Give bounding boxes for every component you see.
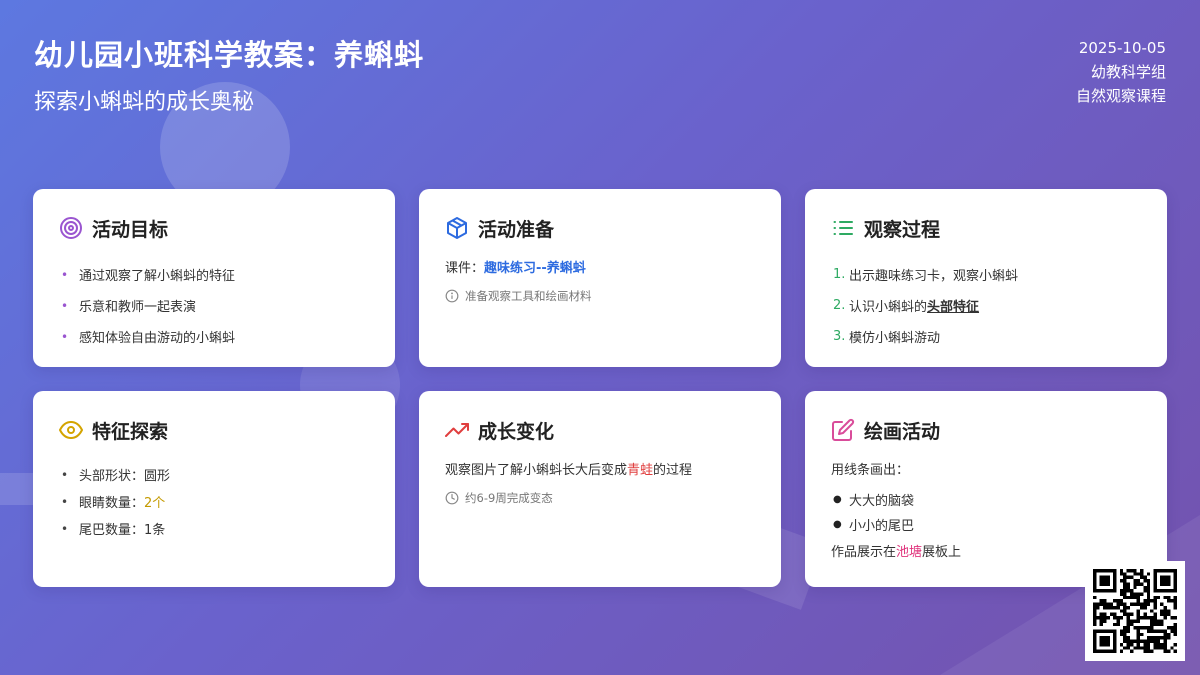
list-item: 3. 模仿小蝌蚪游动	[833, 329, 941, 346]
drawing-list: ● 大大的脑袋 ● 小小的尾巴	[831, 487, 1141, 537]
courseware-link[interactable]: 趣味练习--养蝌蚪	[484, 261, 586, 276]
card-title: 特征探索	[92, 420, 169, 443]
page-header: 幼儿园小班科学教案：养蝌蚪 探索小蝌蚪的成长奥秘	[34, 32, 424, 116]
eye-icon	[59, 418, 83, 442]
list-item: • 通过观察了解小蝌蚪的特征	[61, 267, 236, 285]
card-header: 特征探索	[59, 417, 369, 443]
card-goals: 活动目标 • 通过观察了解小蝌蚪的特征 • 乐意和教师一起表演 • 感知体验自由游动的…	[33, 189, 395, 367]
card-header: 成长变化	[445, 417, 755, 443]
list-item: 2. 认识小蝌蚪的 头部特征	[833, 298, 980, 315]
box-icon	[445, 216, 469, 240]
list-item: • 感知体验自由游动的小蝌蚪	[61, 329, 236, 347]
qr-code-pattern	[1093, 569, 1177, 653]
card-header: 活动准备	[445, 215, 755, 241]
list-icon	[831, 216, 855, 240]
meta-info: 2025-10-05 幼教科学组 自然观察课程	[1076, 36, 1166, 108]
courseware-line: 课件：趣味练习--养蝌蚪	[445, 259, 755, 279]
goals-list: • 通过观察了解小蝌蚪的特征 • 乐意和教师一起表演 • 感知体验自由游动的小蝌蚪	[59, 259, 369, 352]
list-item: • 乐意和教师一起表演	[61, 298, 197, 316]
card-process: 观察过程 1. 出示趣味练习卡，观察小蝌蚪 2. 认识小蝌蚪的 头部特征 3. 模仿小蝌…	[805, 189, 1167, 367]
card-header: 绘画活动	[831, 417, 1141, 443]
page-subtitle: 探索小蝌蚪的成长奥秘	[34, 90, 255, 115]
info-icon	[445, 289, 459, 303]
page-title: 幼儿园小班科学教案：养蝌蚪	[34, 38, 425, 72]
trending-up-icon	[445, 418, 469, 442]
meta-group: 幼教科学组	[1090, 63, 1166, 81]
growth-text: 观察图片了解小蝌蚪长大后变成青蛙的过程	[445, 463, 693, 478]
list-item: • 头部形状： 圆形	[61, 467, 171, 485]
list-item: 1. 出示趣味练习卡，观察小蝌蚪	[833, 267, 1019, 284]
card-title: 活动目标	[92, 218, 169, 241]
drawing-intro: 用线条画出：	[831, 463, 910, 478]
card-header: 观察过程	[831, 215, 1141, 241]
meta-course: 自然观察课程	[1075, 87, 1166, 105]
card-title: 成长变化	[478, 420, 555, 443]
edit-icon	[831, 418, 855, 442]
process-list: 1. 出示趣味练习卡，观察小蝌蚪 2. 认识小蝌蚪的 头部特征 3. 模仿小蝌蚪游动	[831, 259, 1141, 352]
card-features: 特征探索 • 头部形状： 圆形 • 眼睛数量： 2个 • 尾巴数量： 1条	[33, 391, 395, 587]
card-preparation: 活动准备 课件：趣味练习--养蝌蚪 准备观察工具和绘画材料	[419, 189, 781, 367]
card-header: 活动目标	[59, 215, 369, 241]
drawing-display: 作品展示在池塘展板上	[831, 545, 962, 560]
list-item: ● 小小的尾巴	[833, 519, 915, 534]
prep-note: 准备观察工具和绘画材料	[445, 288, 755, 304]
card-title: 观察过程	[864, 218, 941, 241]
target-icon	[59, 216, 83, 240]
clock-icon	[445, 491, 459, 505]
courseware-label: 课件：	[445, 261, 485, 276]
card-title: 绘画活动	[864, 420, 941, 443]
card-title: 活动准备	[478, 218, 555, 241]
qr-code[interactable]	[1085, 561, 1185, 661]
features-list: • 头部形状： 圆形 • 眼睛数量： 2个 • 尾巴数量： 1条	[59, 461, 369, 542]
card-growth: 成长变化 观察图片了解小蝌蚪长大后变成青蛙的过程 约6-9周完成变态	[419, 391, 781, 587]
card-drawing: 绘画活动 用线条画出： ● 大大的脑袋 ● 小小的尾巴 作品展示在池塘展板上	[805, 391, 1167, 587]
list-item: ● 大大的脑袋	[833, 494, 915, 509]
list-item: • 尾巴数量： 1条	[61, 521, 166, 539]
growth-note: 约6-9周完成变态	[445, 490, 755, 506]
list-item: • 眼睛数量： 2个	[61, 494, 166, 512]
meta-date: 2025-10-05	[1078, 39, 1166, 57]
